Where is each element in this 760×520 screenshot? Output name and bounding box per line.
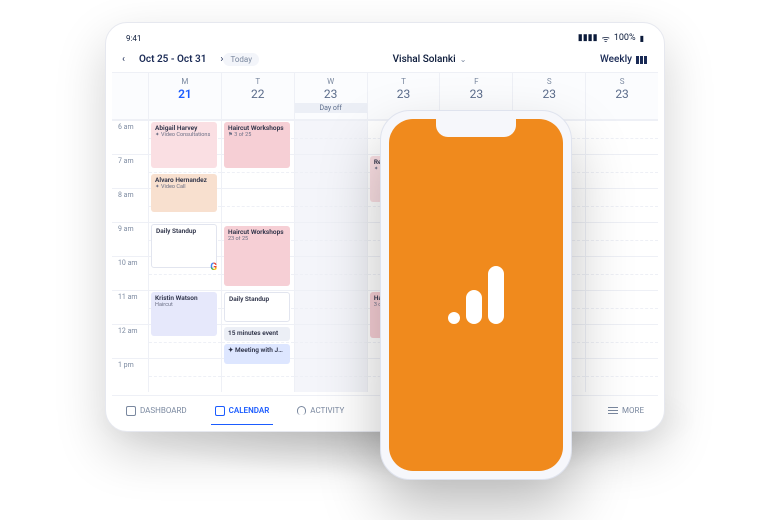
view-mode-label: Weekly xyxy=(600,54,632,65)
signal-icon: ▮▮▮▮ xyxy=(578,33,598,43)
tab-activity[interactable]: ACTIVITY xyxy=(283,396,358,425)
calendar-icon xyxy=(215,406,225,416)
day-header[interactable]: M 21 xyxy=(148,73,221,119)
event-kristin[interactable]: Kristin Watson Haircut xyxy=(151,292,217,336)
event-standup1[interactable]: Daily Standup xyxy=(151,224,217,268)
event-alvaro[interactable]: Alvaro Hernandez ✦ Video Call xyxy=(151,174,217,212)
days-header: M 21 T 22 W 23 Day off T 23 F xyxy=(112,73,658,120)
event-standup2[interactable]: Daily Standup xyxy=(224,292,290,322)
time-label: 1 pm xyxy=(112,358,148,392)
phone-notch xyxy=(436,119,516,137)
event-mini[interactable]: 15 minutes event xyxy=(224,327,290,341)
phone-screen xyxy=(389,119,563,471)
time-label: 6 am xyxy=(112,120,148,154)
weekly-icon xyxy=(636,56,648,64)
status-bar: 9:41 ▮▮▮▮ ᯤ 100% ▮ xyxy=(112,29,658,47)
chevron-down-icon: ⌄ xyxy=(460,55,467,64)
event-workshop1[interactable]: Haircut Workshops ⚑ 3 of 25 xyxy=(224,122,290,168)
today-button[interactable]: Today xyxy=(223,53,259,66)
phone-device xyxy=(380,110,572,480)
time-label: 12 am xyxy=(112,324,148,358)
tab-dashboard[interactable]: DASHBOARD xyxy=(112,396,201,425)
event-meeting[interactable]: ✦ Meeting with Jo... xyxy=(224,344,290,364)
tab-calendar[interactable]: CALENDAR xyxy=(201,396,284,425)
battery-icon: ▮ xyxy=(640,34,644,43)
event-abigail[interactable]: Abigail Harvey ✦ Video Consultations xyxy=(151,122,217,168)
day-header[interactable]: T 22 xyxy=(221,73,294,119)
time-label: 10 am xyxy=(112,256,148,290)
time-label: 8 am xyxy=(112,188,148,222)
dashboard-icon xyxy=(126,406,136,416)
date-range-label[interactable]: Oct 25 - Oct 31 xyxy=(139,54,206,65)
time-label: 7 am xyxy=(112,154,148,188)
user-selector[interactable]: Vishal Solanki ⌄ xyxy=(393,54,467,65)
bell-icon xyxy=(297,406,306,415)
tab-more[interactable]: MORE xyxy=(594,396,658,425)
event-workshop2[interactable]: Haircut Workshops 23 of 25 xyxy=(224,226,290,286)
hamburger-icon xyxy=(608,407,618,414)
day-header[interactable]: S 23 xyxy=(585,73,658,119)
view-mode-toggle[interactable]: Weekly xyxy=(600,54,648,65)
day-header[interactable]: W 23 Day off xyxy=(294,73,367,119)
user-name: Vishal Solanki xyxy=(393,54,456,65)
battery-label: 100% xyxy=(614,33,636,43)
prev-week-button[interactable]: ‹ xyxy=(122,54,125,65)
time-label: 11 am xyxy=(112,290,148,324)
status-time: 9:41 xyxy=(126,34,141,43)
day-off-badge: Day off xyxy=(295,103,367,113)
app-header: ‹ Oct 25 - Oct 31 › Today Vishal Solanki… xyxy=(112,47,658,73)
wifi-icon: ᯤ xyxy=(602,32,610,45)
time-label: 9 am xyxy=(112,222,148,256)
app-logo-icon xyxy=(448,266,504,324)
